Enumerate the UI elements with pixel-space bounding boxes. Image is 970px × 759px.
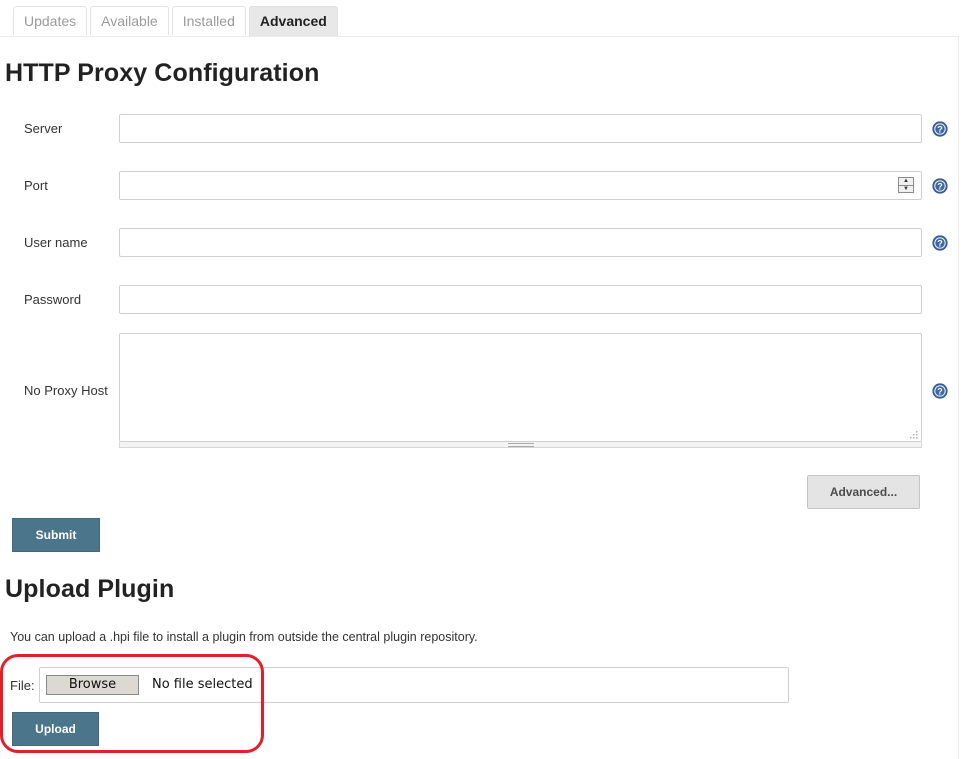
file-label: File: — [10, 678, 35, 693]
tab-available[interactable]: Available — [90, 6, 169, 35]
password-input[interactable] — [119, 285, 922, 314]
tab-divider — [0, 36, 959, 37]
proxy-section-title: HTTP Proxy Configuration — [5, 59, 320, 87]
tab-installed[interactable]: Installed — [171, 6, 246, 35]
upload-section-title: Upload Plugin — [5, 575, 175, 603]
svg-text:?: ? — [937, 124, 943, 134]
upload-description: You can upload a .hpi file to install a … — [10, 630, 478, 644]
plugin-manager-tabs: Updates Available Installed Advanced — [13, 6, 338, 36]
browse-button[interactable]: Browse — [46, 675, 139, 695]
username-input[interactable] — [119, 228, 922, 257]
panel-border — [958, 36, 959, 759]
port-label: Port — [24, 178, 48, 193]
port-spinner[interactable]: ▲ ▼ — [898, 177, 914, 193]
tab-updates[interactable]: Updates — [13, 6, 88, 35]
svg-text:?: ? — [937, 181, 943, 191]
server-help-icon[interactable]: ? — [932, 121, 948, 137]
file-status: No file selected — [152, 677, 253, 692]
port-input[interactable] — [119, 171, 922, 200]
advanced-button[interactable]: Advanced... — [807, 475, 920, 509]
server-input[interactable] — [119, 114, 922, 143]
password-label: Password — [24, 292, 82, 307]
submit-button[interactable]: Submit — [12, 518, 100, 552]
no-proxy-host-textarea[interactable] — [119, 333, 922, 442]
upload-button[interactable]: Upload — [12, 712, 99, 746]
no-proxy-host-label: No Proxy Host — [24, 383, 108, 398]
spinner-down-icon[interactable]: ▼ — [899, 185, 913, 193]
resize-grip-icon[interactable] — [907, 429, 919, 441]
server-label: Server — [24, 121, 63, 136]
svg-text:?: ? — [937, 386, 943, 396]
no-proxy-host-help-icon[interactable]: ? — [932, 383, 948, 399]
tab-advanced[interactable]: Advanced — [248, 6, 338, 36]
spinner-up-icon[interactable]: ▲ — [899, 178, 913, 185]
svg-text:?: ? — [937, 238, 943, 248]
port-help-icon[interactable]: ? — [932, 178, 948, 194]
textarea-drag-handle-icon[interactable] — [508, 443, 534, 447]
username-help-icon[interactable]: ? — [932, 235, 948, 251]
username-label: User name — [24, 235, 88, 250]
